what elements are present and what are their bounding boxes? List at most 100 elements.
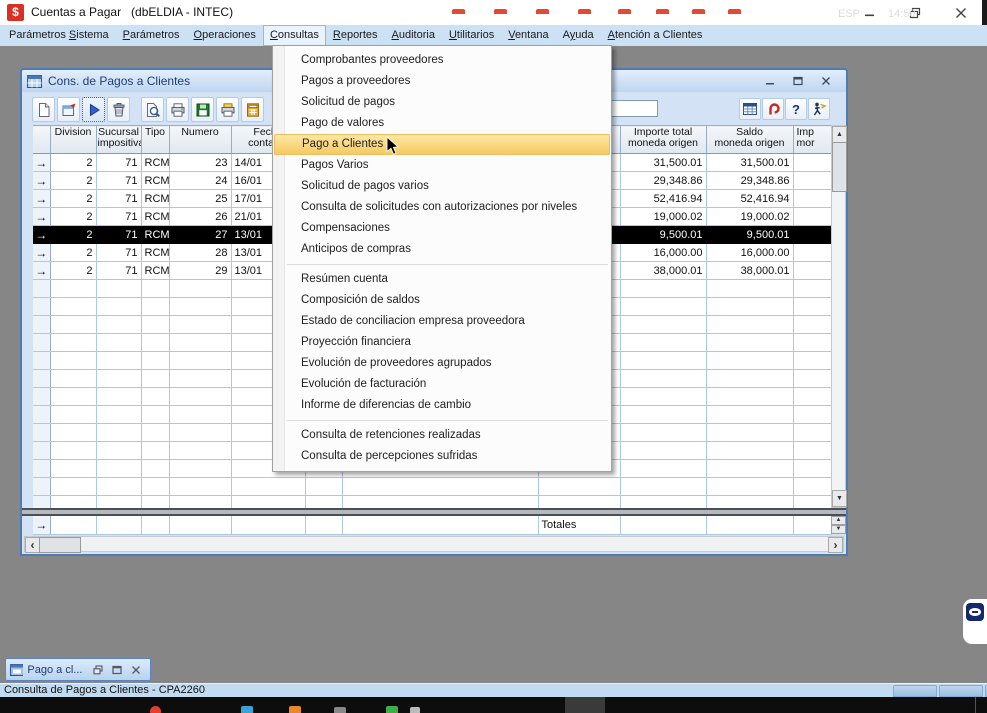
- grid-cell[interactable]: 2: [50, 172, 96, 190]
- help-button[interactable]: ?: [785, 98, 807, 120]
- grid-cell[interactable]: [169, 406, 231, 424]
- taskbar-icon[interactable]: [536, 9, 549, 18]
- grid-cell[interactable]: [793, 262, 831, 280]
- grid-cell[interactable]: [169, 460, 231, 478]
- grid-column-header[interactable]: Importe totalmoneda origen: [620, 126, 706, 154]
- child-maximize-button[interactable]: [784, 70, 812, 92]
- grid-cell[interactable]: [169, 370, 231, 388]
- grid-cell[interactable]: [50, 316, 96, 334]
- grid-cell[interactable]: 2: [50, 244, 96, 262]
- grid-cell[interactable]: 2: [50, 226, 96, 244]
- grid-cell[interactable]: [706, 298, 793, 316]
- grid-cell[interactable]: [141, 460, 169, 478]
- grid-cell[interactable]: [96, 424, 141, 442]
- grid-column-header[interactable]: Numero: [169, 126, 231, 154]
- grid-cell[interactable]: 2: [50, 154, 96, 172]
- scroll-right-arrow[interactable]: ›: [828, 537, 843, 553]
- grid-cell[interactable]: [793, 334, 831, 352]
- grid-cell[interactable]: [305, 478, 342, 496]
- grid-column-header[interactable]: Tipo: [141, 126, 169, 154]
- taskbar-icon[interactable]: [692, 9, 705, 18]
- grid-cell[interactable]: 19,000.02: [706, 208, 793, 226]
- grid-cell[interactable]: 29,348.86: [620, 172, 706, 190]
- grid-cell[interactable]: [50, 334, 96, 352]
- grid-cell[interactable]: 29,348.86: [706, 172, 793, 190]
- form-properties-button[interactable]: [57, 97, 80, 122]
- grid-cell[interactable]: [793, 478, 831, 496]
- row-selector[interactable]: →: [33, 190, 50, 208]
- grid-cell[interactable]: 27: [169, 226, 231, 244]
- grid-cell[interactable]: 2: [50, 190, 96, 208]
- row-selector[interactable]: →: [33, 226, 50, 244]
- grid-cell[interactable]: [169, 334, 231, 352]
- scroll-left-arrow[interactable]: ‹: [25, 537, 40, 553]
- grid-cell[interactable]: [620, 316, 706, 334]
- grid-cell[interactable]: 52,416.94: [706, 190, 793, 208]
- new-document-button[interactable]: [32, 97, 55, 122]
- delete-button[interactable]: [107, 97, 130, 122]
- row-selector[interactable]: [33, 334, 50, 352]
- grid-cell[interactable]: RCM: [141, 262, 169, 280]
- grid-cell[interactable]: 38,000.01: [706, 262, 793, 280]
- grid-cell[interactable]: [706, 478, 793, 496]
- grid-cell[interactable]: [538, 478, 620, 496]
- table-row-empty[interactable]: [33, 478, 831, 496]
- grid-column-header[interactable]: Division: [50, 126, 96, 154]
- grid-cell[interactable]: [141, 280, 169, 298]
- grid-cell[interactable]: [793, 316, 831, 334]
- grid-cell[interactable]: 52,416.94: [620, 190, 706, 208]
- grid-cell[interactable]: [96, 370, 141, 388]
- grid-cell[interactable]: [141, 424, 169, 442]
- grid-cell[interactable]: [141, 370, 169, 388]
- grid-cell[interactable]: [50, 406, 96, 424]
- row-selector[interactable]: →: [33, 244, 50, 262]
- grid-cell[interactable]: 71: [96, 154, 141, 172]
- row-selector[interactable]: [33, 352, 50, 370]
- grid-cell[interactable]: [706, 442, 793, 460]
- grid-cell[interactable]: 2: [50, 262, 96, 280]
- menubar-item[interactable]: Auditoria: [385, 25, 442, 46]
- menu-item[interactable]: Consulta de solicitudes con autorizacion…: [273, 197, 611, 218]
- menu-item[interactable]: Pagos a proveedores: [273, 71, 611, 92]
- taskbar-language[interactable]: ESP: [838, 8, 860, 20]
- grid-cell[interactable]: RCM: [141, 244, 169, 262]
- row-selector[interactable]: [33, 478, 50, 496]
- menu-item[interactable]: Composición de saldos: [273, 290, 611, 311]
- row-selector[interactable]: [33, 370, 50, 388]
- grid-cell[interactable]: [706, 316, 793, 334]
- print-button[interactable]: [166, 97, 189, 122]
- grid-cell[interactable]: [169, 424, 231, 442]
- macro-button[interactable]: [762, 98, 784, 120]
- grid-cell[interactable]: 29: [169, 262, 231, 280]
- menu-item[interactable]: Anticipos de compras: [273, 239, 611, 260]
- grid-cell[interactable]: [169, 442, 231, 460]
- grid-cell[interactable]: 16,000.00: [620, 244, 706, 262]
- hscroll-thumb[interactable]: [39, 537, 81, 553]
- grid-splitter[interactable]: [22, 508, 846, 516]
- menu-item[interactable]: Proyección financiera: [273, 332, 611, 353]
- taskbar-active-slot[interactable]: [565, 697, 605, 713]
- menu-item[interactable]: Compensaciones: [273, 218, 611, 239]
- scroll-up-arrow[interactable]: ▲: [832, 126, 847, 143]
- menu-item[interactable]: Estado de conciliacion empresa proveedor…: [273, 311, 611, 332]
- grid-cell[interactable]: [706, 280, 793, 298]
- grid-cell[interactable]: [169, 388, 231, 406]
- grid-cell[interactable]: [620, 370, 706, 388]
- grid-cell[interactable]: RCM: [141, 226, 169, 244]
- menu-item[interactable]: Pago de valores: [273, 113, 611, 134]
- menu-item[interactable]: Comprobantes proveedores: [273, 50, 611, 71]
- grid-cell[interactable]: [96, 460, 141, 478]
- grid-cell[interactable]: [793, 280, 831, 298]
- grid-column-header[interactable]: [33, 126, 50, 154]
- grid-cell[interactable]: 71: [96, 226, 141, 244]
- grid-cell[interactable]: [169, 280, 231, 298]
- grid-cell[interactable]: 71: [96, 172, 141, 190]
- grid-cell[interactable]: [96, 388, 141, 406]
- grid-cell[interactable]: [793, 244, 831, 262]
- menubar-item[interactable]: Consultas: [263, 25, 326, 46]
- row-selector[interactable]: →: [33, 262, 50, 280]
- grid-cell[interactable]: [620, 478, 706, 496]
- child-minimize-button[interactable]: [756, 70, 784, 92]
- scroll-down-arrow[interactable]: ▼: [832, 490, 847, 507]
- grid-cell[interactable]: [141, 388, 169, 406]
